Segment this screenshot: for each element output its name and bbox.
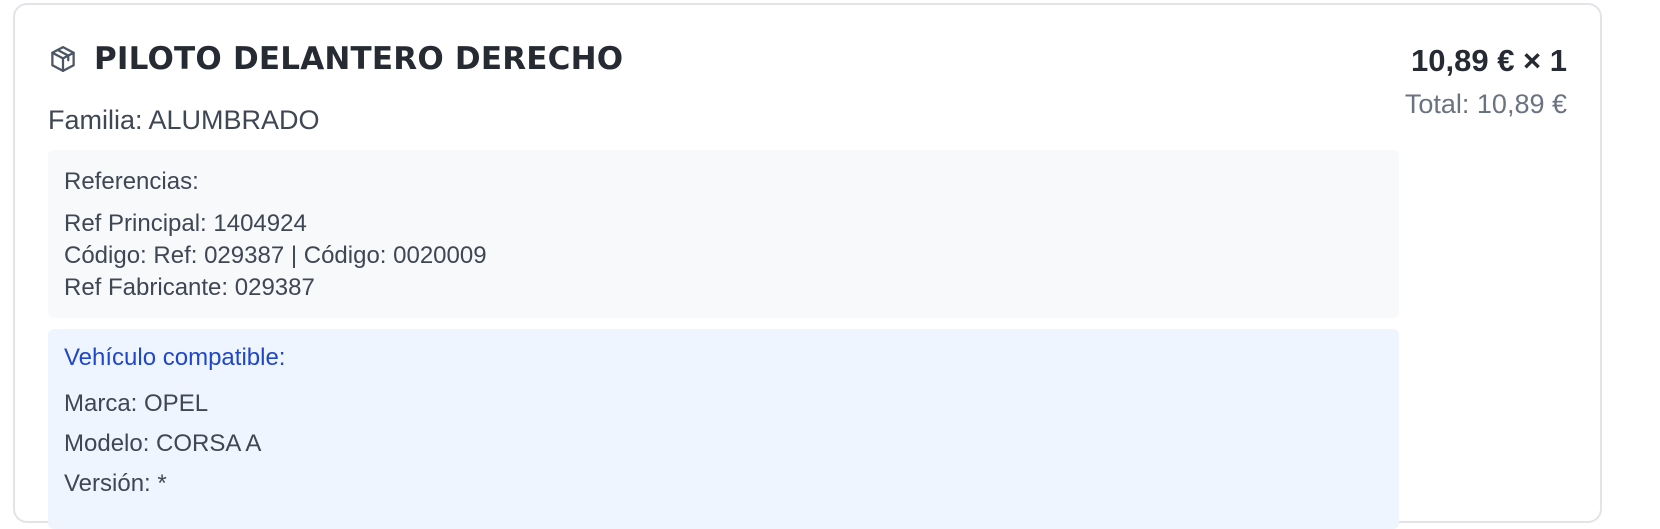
product-header: PILOTO DELANTERO DERECHO (48, 41, 623, 77)
vehicle-model: Modelo: CORSA A (64, 430, 262, 457)
price-summary: 10,89 € × 1 Total: 10,89 € (1405, 43, 1567, 120)
product-family: Familia: ALUMBRADO (48, 105, 320, 135)
ref-principal: Ref Principal: 1404924 (64, 210, 307, 237)
ref-fabricante: Ref Fabricante: 029387 (64, 274, 315, 301)
references-panel: Referencias: Ref Principal: 1404924 Códi… (48, 150, 1399, 318)
package-icon (48, 44, 78, 74)
vehicle-brand: Marca: OPEL (64, 390, 209, 417)
ref-codigo: Código: Ref: 029387 | Código: 0020009 (64, 242, 487, 269)
product-title: PILOTO DELANTERO DERECHO (94, 41, 624, 77)
product-card: PILOTO DELANTERO DERECHO Familia: ALUMBR… (13, 3, 1602, 529)
vehicle-version: Versión: * (64, 470, 167, 497)
total-price: Total: 10,89 € (1404, 89, 1567, 119)
unit-price-quantity: 10,89 € × 1 (1411, 43, 1567, 78)
compatible-vehicle-panel: Vehículo compatible: Marca: OPEL Modelo:… (48, 329, 1399, 529)
references-heading: Referencias: (64, 168, 199, 195)
vehicle-heading: Vehículo compatible: (64, 344, 286, 371)
